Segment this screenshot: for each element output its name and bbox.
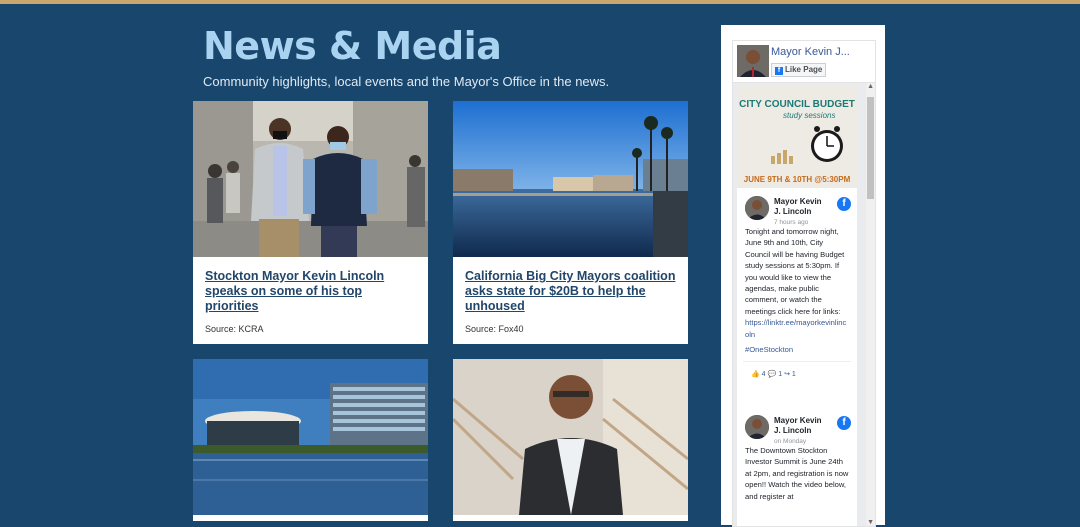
post-time[interactable]: 7 hours ago	[774, 219, 808, 226]
post-text-block: Tonight and tomorrow night, June 9th and…	[737, 226, 857, 355]
news-card-kcra[interactable]: Stockton Mayor Kevin Lincoln speaks on s…	[193, 101, 428, 344]
post-author[interactable]: Mayor Kevin J. Lincoln	[774, 197, 822, 217]
top-accent-line	[0, 0, 1080, 4]
author-avatar[interactable]	[745, 196, 769, 220]
like-page-label: Like Page	[785, 65, 823, 74]
article-source: Source: KCRA	[205, 324, 264, 334]
facebook-page-widget: Mayor Kevin J... f Like Page CITY COUNCIL…	[721, 25, 885, 527]
news-card-portrait[interactable]	[453, 359, 688, 521]
news-card-arena[interactable]	[193, 359, 428, 521]
news-card-fox40[interactable]: California Big City Mayors coalition ask…	[453, 101, 688, 344]
clock-icon	[771, 126, 843, 164]
page-title: News & Media	[203, 24, 502, 68]
share-count: 1	[791, 371, 796, 379]
post-author[interactable]: Mayor Kevin J. Lincoln	[774, 416, 822, 436]
post-time[interactable]: on Monday	[774, 438, 806, 445]
article-photo-mayor-portrait[interactable]	[453, 359, 688, 515]
post-link[interactable]: https://linktr.ee/mayorkevinlincoln	[745, 317, 849, 340]
comment-icon[interactable]: 💬	[768, 371, 777, 378]
reaction-count: 4	[761, 371, 766, 379]
post-hashtag[interactable]: #OneStockton	[745, 344, 849, 355]
article-headline-link[interactable]: Stockton Mayor Kevin Lincoln speaks on s…	[205, 269, 416, 314]
author-line-1[interactable]: Mayor Kevin	[774, 416, 822, 425]
post-text: Tonight and tomorrow night, June 9th and…	[745, 227, 845, 316]
scroll-up-icon[interactable]: ▲	[867, 83, 874, 90]
author-line-1[interactable]: Mayor Kevin	[774, 197, 822, 206]
like-icon[interactable]: 👍	[751, 371, 760, 378]
scroll-down-icon[interactable]: ▼	[867, 519, 874, 526]
author-line-2[interactable]: J. Lincoln	[774, 426, 811, 435]
post-reactions-bar: 👍 4 💬 1 ↪ 1	[743, 361, 851, 386]
page-avatar[interactable]	[737, 45, 769, 77]
article-photo-arena[interactable]	[193, 359, 428, 515]
article-photo-mayor-talking[interactable]	[193, 101, 428, 257]
feed-scrollbar[interactable]: ▲ ▼	[866, 83, 875, 526]
budget-session-image[interactable]: CITY COUNCIL BUDGET study sessions JUNE …	[737, 86, 857, 188]
article-source: Source: Fox40	[465, 324, 524, 334]
facebook-post: Mayor Kevin J. Lincoln on Monday f The Do…	[737, 407, 857, 526]
comment-count: 1	[778, 371, 783, 379]
facebook-page-header: Mayor Kevin J... f Like Page	[732, 40, 876, 84]
post-text: The Downtown Stockton Investor Summit is…	[745, 446, 849, 501]
article-headline-link[interactable]: California Big City Mayors coalition ask…	[465, 269, 676, 314]
budget-image-date: JUNE 9TH & 10TH @5:30PM	[743, 175, 851, 184]
page-name-link[interactable]: Mayor Kevin J...	[771, 46, 850, 58]
facebook-f-icon: f	[775, 67, 783, 75]
facebook-icon: f	[837, 197, 851, 211]
post-header: Mayor Kevin J. Lincoln 7 hours ago f	[737, 188, 857, 226]
facebook-post: Mayor Kevin J. Lincoln 7 hours ago f Toni…	[737, 188, 857, 408]
author-avatar[interactable]	[745, 415, 769, 439]
post-header: Mayor Kevin J. Lincoln on Monday f	[737, 407, 857, 445]
share-icon[interactable]: ↪	[784, 371, 790, 378]
facebook-feed[interactable]: CITY COUNCIL BUDGET study sessions JUNE …	[732, 82, 876, 527]
page-subtitle: Community highlights, local events and t…	[203, 74, 610, 89]
scrollbar-thumb[interactable]	[867, 97, 874, 199]
author-line-2[interactable]: J. Lincoln	[774, 207, 811, 216]
like-page-button[interactable]: f Like Page	[771, 63, 827, 77]
facebook-icon: f	[837, 416, 851, 430]
article-photo-waterfront[interactable]	[453, 101, 688, 257]
